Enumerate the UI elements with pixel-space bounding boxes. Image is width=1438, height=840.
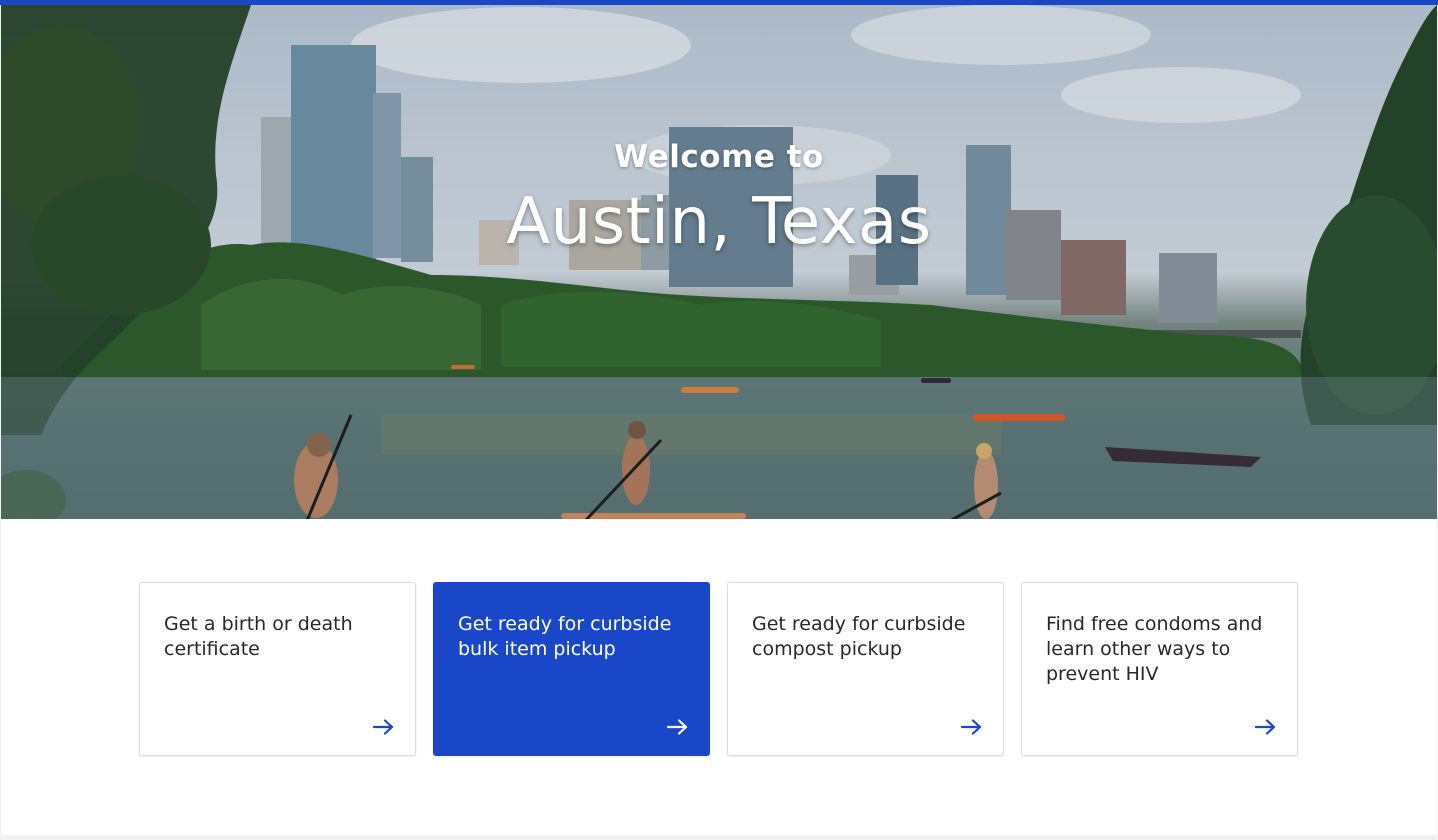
top-services-section: Get a birth or death certificate Get rea… — [1, 519, 1437, 835]
hero-background-photo — [1, 5, 1437, 519]
arrow-right-icon — [373, 719, 394, 735]
card-label: Get a birth or death certificate — [164, 613, 353, 660]
card-label: Get ready for curbside compost pickup — [752, 613, 966, 660]
arrow-right-icon — [1255, 719, 1276, 735]
card-label: Find free condoms and learn other ways t… — [1046, 613, 1263, 685]
card-birth-death-certificate[interactable]: Get a birth or death certificate — [139, 582, 416, 756]
card-label: Get ready for curbside bulk item pickup — [458, 613, 672, 660]
hero-title: Austin, Texas — [506, 185, 932, 259]
hero-eyebrow: Welcome to — [614, 139, 824, 175]
card-compost-pickup[interactable]: Get ready for curbside compost pickup — [727, 582, 1004, 756]
hero-banner: Welcome to Austin, Texas — [1, 5, 1437, 519]
card-free-condoms-hiv[interactable]: Find free condoms and learn other ways t… — [1021, 582, 1298, 756]
arrow-right-icon — [667, 719, 688, 735]
card-bulk-item-pickup[interactable]: Get ready for curbside bulk item pickup — [433, 582, 710, 756]
arrow-right-icon — [961, 719, 982, 735]
